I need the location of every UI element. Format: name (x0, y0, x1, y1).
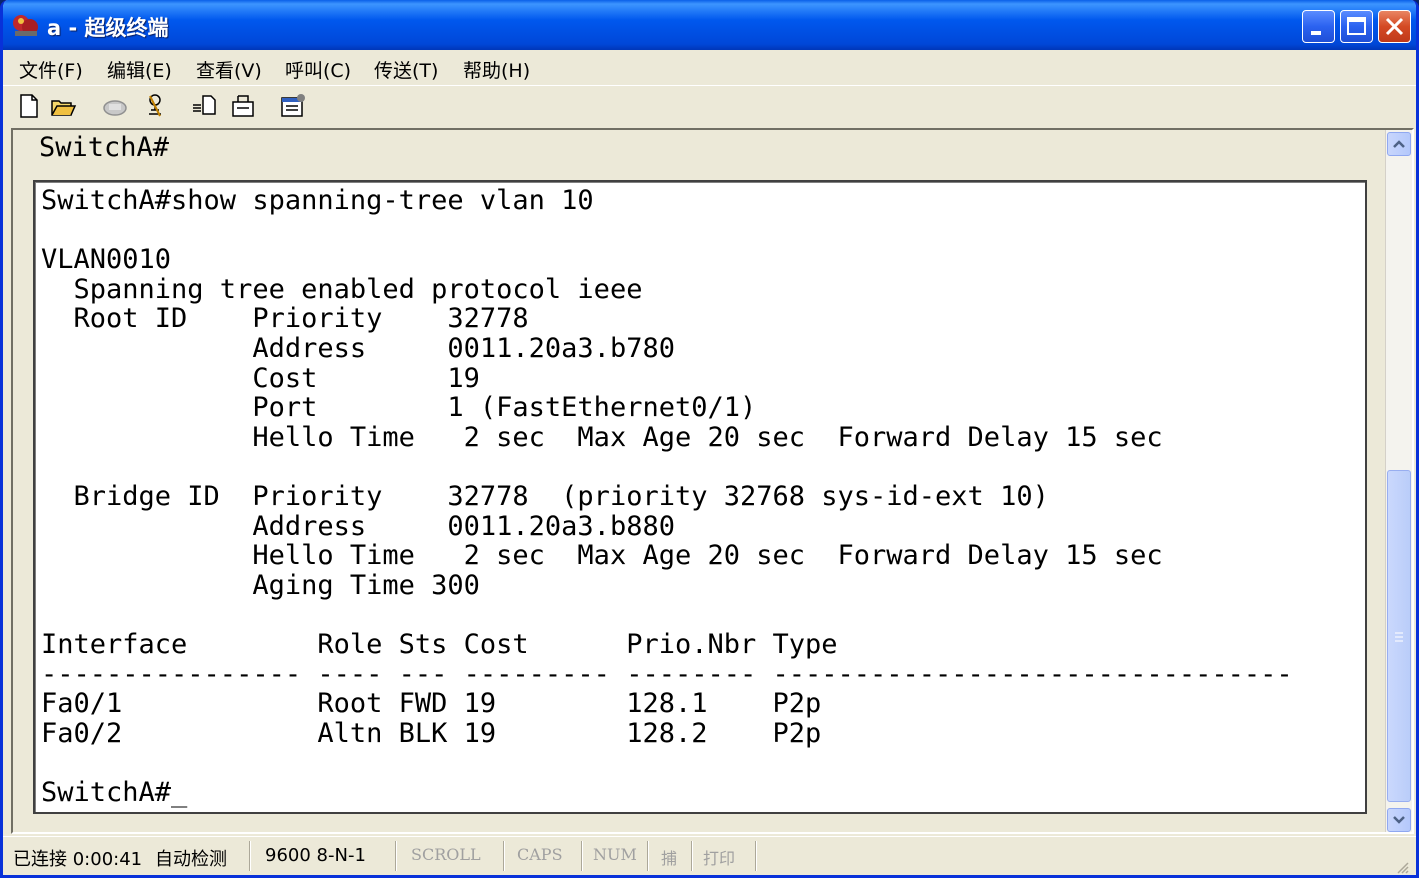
hyperterminal-app-icon[interactable] (11, 11, 41, 39)
terminal-line: SwitchA#_ (41, 776, 188, 808)
terminal-line: SwitchA#show spanning-tree vlan 10 (41, 185, 594, 216)
terminal-line: Fa0/1 Root FWD 19 128.1 P2p (41, 688, 822, 720)
terminal-output: SwitchA#show spanning-tree vlan 10 VLAN0… (41, 186, 1293, 807)
new-document-icon[interactable] (15, 92, 43, 120)
terminal-line: Address 0011.20a3.b880 (41, 510, 675, 542)
minimize-button[interactable] (1302, 10, 1335, 43)
disconnect-icon[interactable] (141, 92, 169, 120)
terminal-line: Hello Time 2 sec Max Age 20 sec Forward … (41, 540, 1163, 572)
hyperterminal-window: a - 超级终端 文件(F) 编辑(E) 查看(V) 呼叫(C) 传送(T) 帮… (0, 0, 1419, 878)
window-title: a - 超级终端 (47, 16, 169, 40)
status-caps: CAPS (517, 845, 563, 864)
terminal-line: Hello Time 2 sec Max Age 20 sec Forward … (41, 421, 1163, 453)
status-detect: 自动检测 (155, 849, 227, 870)
terminal-prompt-line: SwitchA# (39, 132, 170, 163)
close-button[interactable] (1378, 10, 1411, 43)
terminal-line: Spanning tree enabled protocol ieee (41, 273, 643, 305)
terminal-line: Bridge ID Priority 32778 (priority 32768… (41, 480, 1049, 512)
close-icon (1385, 17, 1404, 36)
scroll-up-button[interactable] (1387, 132, 1411, 156)
scroll-thumb[interactable] (1387, 470, 1411, 802)
grip-icon (1395, 632, 1403, 642)
receive-file-icon[interactable] (229, 92, 257, 120)
terminal-area[interactable]: SwitchA# SwitchA#show spanning-tree vlan… (11, 128, 1414, 834)
menu-bar: 文件(F) 编辑(E) 查看(V) 呼叫(C) 传送(T) 帮助(H) (3, 50, 1416, 84)
menu-view[interactable]: 查看(V) (196, 56, 262, 83)
scroll-down-button[interactable] (1387, 808, 1411, 832)
title-bar[interactable]: a - 超级终端 (3, 0, 1416, 50)
terminal-line: ---------------- ---- --- --------- ----… (41, 658, 1293, 690)
terminal-line: Fa0/2 Altn BLK 19 128.2 P2p (41, 717, 822, 749)
menu-call[interactable]: 呼叫(C) (285, 56, 351, 83)
menu-transfer[interactable]: 传送(T) (374, 56, 438, 83)
status-bar: 已连接 0:00:41 自动检测 9600 8-N-1 SCROLL CAPS … (3, 836, 1416, 875)
phone-icon[interactable] (101, 92, 129, 120)
terminal-line: Cost 19 (41, 362, 480, 394)
terminal-line: Interface Role Sts Cost Prio.Nbr Type (41, 628, 838, 660)
chevron-down-icon (1393, 816, 1405, 824)
maximize-button[interactable] (1340, 10, 1373, 43)
status-scroll: SCROLL (411, 845, 481, 864)
terminal-line: Port 1 (FastEthernet0/1) (41, 392, 757, 424)
toolbar (3, 85, 1416, 128)
maximize-icon (1347, 17, 1366, 35)
vertical-scrollbar[interactable] (1385, 130, 1412, 832)
status-print: 打印 (703, 849, 736, 868)
terminal-line: VLAN0010 (41, 244, 172, 276)
terminal-line: Address 0011.20a3.b780 (41, 332, 675, 364)
open-folder-icon[interactable] (49, 92, 77, 120)
terminal-line: Aging Time 300 (41, 569, 480, 601)
menu-edit[interactable]: 编辑(E) (107, 56, 172, 83)
properties-icon[interactable] (279, 92, 307, 120)
status-connected: 已连接 0:00:41 (13, 849, 143, 870)
terminal-output-box[interactable]: SwitchA#show spanning-tree vlan 10 VLAN0… (33, 180, 1367, 814)
send-file-icon[interactable] (191, 92, 219, 120)
resize-grip-icon[interactable] (1394, 859, 1410, 875)
status-port-settings: 9600 8-N-1 (265, 845, 366, 866)
menu-file[interactable]: 文件(F) (19, 56, 83, 83)
minimize-icon (1311, 31, 1321, 35)
chevron-up-icon (1393, 140, 1405, 148)
status-num: NUM (593, 845, 637, 864)
terminal-line: Root ID Priority 32778 (41, 303, 529, 335)
menu-help[interactable]: 帮助(H) (463, 56, 530, 83)
status-capture: 捕 (661, 849, 678, 868)
